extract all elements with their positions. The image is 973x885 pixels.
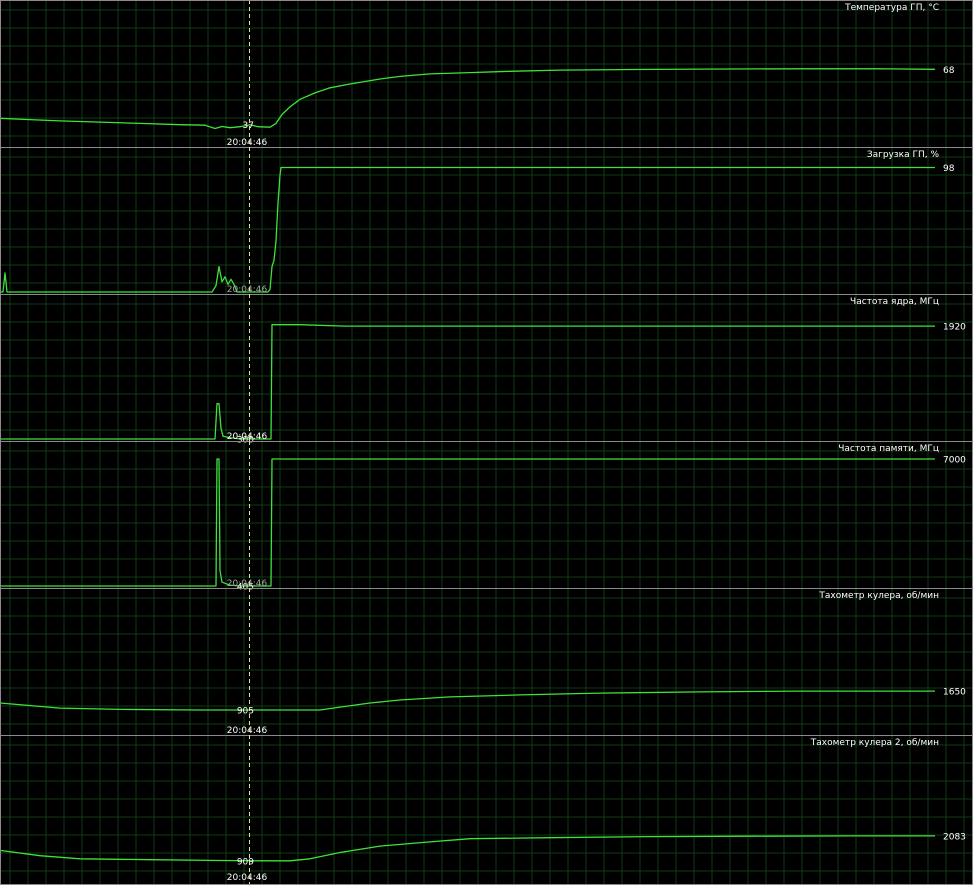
graph-current-value: 2083 bbox=[943, 832, 966, 842]
graph-current-value: 68 bbox=[943, 66, 955, 76]
graph-title: Тахометр кулера 2, об/мин bbox=[810, 738, 939, 748]
graph-current-value: 98 bbox=[943, 164, 955, 174]
cursor-value-label: 909 bbox=[237, 857, 254, 867]
graph-background bbox=[0, 0, 973, 885]
graph-title: Частота памяти, МГц bbox=[838, 444, 939, 454]
cursor-time-label: 20:04:46 bbox=[227, 432, 268, 442]
graph-current-value: 7000 bbox=[943, 456, 966, 466]
graph-title: Частота ядра, МГц bbox=[850, 297, 939, 307]
cursor-time-label: 20:04:46 bbox=[227, 873, 268, 883]
graph-current-value: 1650 bbox=[943, 688, 966, 698]
graph-title: Температура ГП, °C bbox=[844, 3, 939, 13]
hardware-monitor-graph-panel[interactable]: Температура ГП, °C 68 37 20:04:46 Загрузка Г… bbox=[0, 0, 973, 885]
cursor-time-label: 20:04:46 bbox=[227, 579, 268, 589]
cursor-value-label: 37 bbox=[243, 121, 254, 131]
graph-current-value: 1920 bbox=[943, 323, 966, 333]
graph-title: Загрузка ГП, % bbox=[867, 150, 940, 160]
cursor-value-label: 905 bbox=[237, 707, 254, 717]
graph-title: Тахометр кулера, об/мин bbox=[818, 591, 939, 601]
cursor-time-label: 20:04:46 bbox=[227, 138, 268, 148]
cursor-time-label: 20:04:46 bbox=[227, 726, 268, 736]
monitor-graphs-svg: Температура ГП, °C 68 37 20:04:46 Загрузка Г… bbox=[0, 0, 973, 885]
cursor-time-label: 20:04:46 bbox=[227, 285, 268, 295]
